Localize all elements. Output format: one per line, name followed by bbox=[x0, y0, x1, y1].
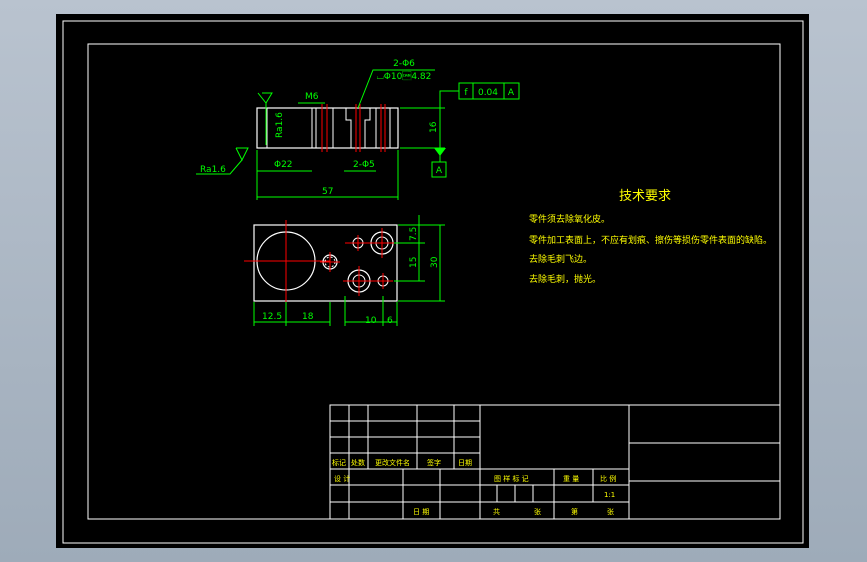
tb-label-file: 更改文件名 bbox=[375, 458, 410, 467]
dim-total-h: 30 bbox=[430, 256, 440, 268]
tech-title: 技术要求 bbox=[619, 189, 671, 204]
tb-label-mark: 标记 bbox=[332, 458, 346, 467]
tech-item-1: 零件须去除氧化皮。 bbox=[529, 213, 610, 225]
roughness-bottom: Ra1.6 bbox=[200, 165, 226, 175]
tb-design-label: 设 计 bbox=[334, 474, 350, 483]
tb-label-date: 日期 bbox=[458, 459, 472, 467]
bore-dim: Φ22 bbox=[274, 160, 293, 170]
tb-sheet-no-label: 第 bbox=[571, 507, 578, 516]
tb-scale-label: 比 例 bbox=[600, 474, 616, 483]
callout-counterbore: ⌴Φ104.82 bbox=[377, 71, 432, 82]
tb-label-sign: 签字 bbox=[427, 458, 441, 467]
length-dim: 57 bbox=[322, 187, 333, 197]
tb-label-count: 处数 bbox=[351, 458, 365, 467]
tech-item-2: 零件加工表面上，不应有划痕、擦伤等损伤零件表面的缺陷。 bbox=[529, 234, 772, 246]
cad-drawing-canvas: 2-Φ6 ⌴Φ104.82 M6 Ra1.6 Ra1.6 Φ22 2-Φ5 5… bbox=[56, 14, 809, 548]
dim-a: 12.5 bbox=[262, 312, 282, 322]
height-dim: 16 bbox=[429, 121, 439, 133]
tb-sheet-unit-2: 张 bbox=[607, 507, 614, 516]
dim-r2: 15 bbox=[409, 257, 419, 268]
tb-total-label: 共 bbox=[493, 507, 500, 516]
tolerance-value: 0.04 bbox=[478, 88, 498, 98]
drawing-paper bbox=[56, 14, 809, 548]
tb-scale-value: 1:1 bbox=[604, 491, 615, 499]
datum-label: A bbox=[436, 166, 443, 176]
tolerance-datum: A bbox=[508, 88, 515, 98]
holes-dim: 2-Φ5 bbox=[353, 160, 375, 170]
dim-r1: 7.5 bbox=[409, 227, 419, 241]
tb-date-label: 日 期 bbox=[413, 508, 429, 516]
dim-d: 6 bbox=[387, 316, 393, 326]
callout-holes-count: 2-Φ6 bbox=[393, 59, 415, 69]
roughness-left: Ra1.6 bbox=[275, 112, 285, 138]
thread-label: M6 bbox=[305, 92, 319, 102]
dim-b: 18 bbox=[302, 312, 314, 322]
tech-item-4: 去除毛刺，抛光。 bbox=[529, 273, 601, 285]
tech-item-3: 去除毛刺飞边。 bbox=[529, 253, 592, 265]
dim-c: 10 bbox=[365, 316, 377, 326]
tb-weight-label: 重 量 bbox=[563, 475, 579, 483]
tb-sheet-unit-1: 张 bbox=[534, 507, 541, 516]
tb-stage-label: 图 样 标 记 bbox=[494, 474, 529, 483]
